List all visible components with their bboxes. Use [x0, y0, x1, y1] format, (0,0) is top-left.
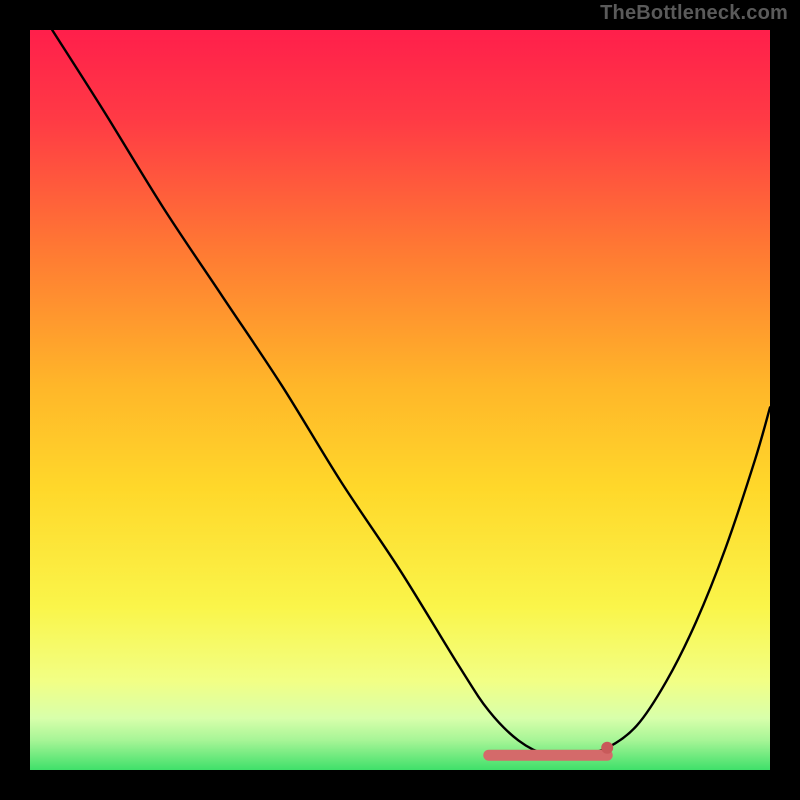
watermark-text: TheBottleneck.com	[600, 2, 788, 25]
chart-frame: TheBottleneck.com	[0, 0, 800, 800]
plot-area	[30, 30, 770, 770]
optimal-point-dot	[601, 742, 613, 754]
chart-svg	[30, 30, 770, 770]
gradient-background	[30, 30, 770, 770]
